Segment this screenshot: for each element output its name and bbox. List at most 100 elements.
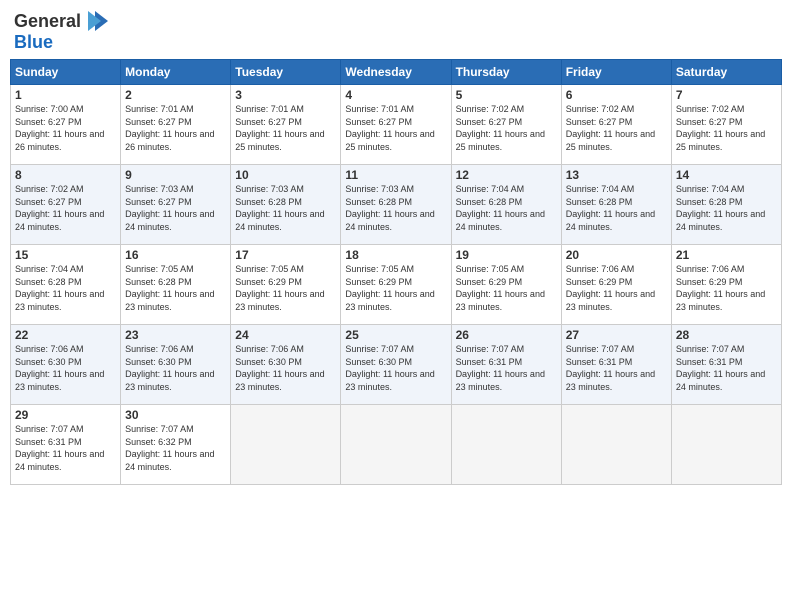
day-info: Sunrise: 7:04 AMSunset: 6:28 PMDaylight:… <box>456 184 545 232</box>
day-number: 19 <box>456 248 557 262</box>
day-number: 22 <box>15 328 116 342</box>
calendar-day-cell: 1 Sunrise: 7:00 AMSunset: 6:27 PMDayligh… <box>11 85 121 165</box>
calendar-week-row: 29 Sunrise: 7:07 AMSunset: 6:31 PMDaylig… <box>11 405 782 485</box>
calendar-day-cell: 25 Sunrise: 7:07 AMSunset: 6:30 PMDaylig… <box>341 325 451 405</box>
day-info: Sunrise: 7:01 AMSunset: 6:27 PMDaylight:… <box>345 104 434 152</box>
calendar-day-cell: 17 Sunrise: 7:05 AMSunset: 6:29 PMDaylig… <box>231 245 341 325</box>
calendar-day-cell: 16 Sunrise: 7:05 AMSunset: 6:28 PMDaylig… <box>121 245 231 325</box>
day-number: 20 <box>566 248 667 262</box>
day-number: 6 <box>566 88 667 102</box>
day-info: Sunrise: 7:06 AMSunset: 6:29 PMDaylight:… <box>676 264 765 312</box>
day-number: 16 <box>125 248 226 262</box>
calendar-day-cell: 23 Sunrise: 7:06 AMSunset: 6:30 PMDaylig… <box>121 325 231 405</box>
calendar-day-cell <box>341 405 451 485</box>
calendar-day-cell <box>561 405 671 485</box>
calendar-day-cell: 5 Sunrise: 7:02 AMSunset: 6:27 PMDayligh… <box>451 85 561 165</box>
calendar-day-cell: 19 Sunrise: 7:05 AMSunset: 6:29 PMDaylig… <box>451 245 561 325</box>
logo-blue: Blue <box>14 32 53 53</box>
calendar-day-cell: 24 Sunrise: 7:06 AMSunset: 6:30 PMDaylig… <box>231 325 341 405</box>
day-info: Sunrise: 7:04 AMSunset: 6:28 PMDaylight:… <box>566 184 655 232</box>
calendar-week-row: 8 Sunrise: 7:02 AMSunset: 6:27 PMDayligh… <box>11 165 782 245</box>
weekday-header: Thursday <box>451 60 561 85</box>
day-number: 27 <box>566 328 667 342</box>
day-info: Sunrise: 7:07 AMSunset: 6:31 PMDaylight:… <box>456 344 545 392</box>
day-info: Sunrise: 7:07 AMSunset: 6:30 PMDaylight:… <box>345 344 434 392</box>
logo: General Blue <box>14 10 109 53</box>
calendar-week-row: 22 Sunrise: 7:06 AMSunset: 6:30 PMDaylig… <box>11 325 782 405</box>
weekday-header: Friday <box>561 60 671 85</box>
calendar-day-cell: 18 Sunrise: 7:05 AMSunset: 6:29 PMDaylig… <box>341 245 451 325</box>
calendar-day-cell: 11 Sunrise: 7:03 AMSunset: 6:28 PMDaylig… <box>341 165 451 245</box>
calendar-day-cell: 20 Sunrise: 7:06 AMSunset: 6:29 PMDaylig… <box>561 245 671 325</box>
calendar-day-cell <box>451 405 561 485</box>
day-info: Sunrise: 7:02 AMSunset: 6:27 PMDaylight:… <box>676 104 765 152</box>
day-info: Sunrise: 7:06 AMSunset: 6:30 PMDaylight:… <box>235 344 324 392</box>
day-info: Sunrise: 7:06 AMSunset: 6:30 PMDaylight:… <box>15 344 104 392</box>
day-info: Sunrise: 7:03 AMSunset: 6:28 PMDaylight:… <box>345 184 434 232</box>
calendar-header-row: SundayMondayTuesdayWednesdayThursdayFrid… <box>11 60 782 85</box>
calendar-day-cell: 6 Sunrise: 7:02 AMSunset: 6:27 PMDayligh… <box>561 85 671 165</box>
day-number: 5 <box>456 88 557 102</box>
logo-icon <box>81 10 109 32</box>
calendar-day-cell <box>671 405 781 485</box>
day-info: Sunrise: 7:04 AMSunset: 6:28 PMDaylight:… <box>676 184 765 232</box>
calendar-day-cell: 9 Sunrise: 7:03 AMSunset: 6:27 PMDayligh… <box>121 165 231 245</box>
day-number: 29 <box>15 408 116 422</box>
day-info: Sunrise: 7:02 AMSunset: 6:27 PMDaylight:… <box>456 104 545 152</box>
day-number: 17 <box>235 248 336 262</box>
calendar-day-cell: 22 Sunrise: 7:06 AMSunset: 6:30 PMDaylig… <box>11 325 121 405</box>
day-number: 21 <box>676 248 777 262</box>
calendar-week-row: 1 Sunrise: 7:00 AMSunset: 6:27 PMDayligh… <box>11 85 782 165</box>
calendar-day-cell <box>231 405 341 485</box>
weekday-header: Saturday <box>671 60 781 85</box>
day-number: 1 <box>15 88 116 102</box>
day-info: Sunrise: 7:00 AMSunset: 6:27 PMDaylight:… <box>15 104 104 152</box>
day-info: Sunrise: 7:07 AMSunset: 6:31 PMDaylight:… <box>676 344 765 392</box>
day-number: 26 <box>456 328 557 342</box>
page-header: General Blue <box>10 10 782 53</box>
day-number: 2 <box>125 88 226 102</box>
day-info: Sunrise: 7:01 AMSunset: 6:27 PMDaylight:… <box>125 104 214 152</box>
calendar-day-cell: 12 Sunrise: 7:04 AMSunset: 6:28 PMDaylig… <box>451 165 561 245</box>
day-number: 7 <box>676 88 777 102</box>
day-number: 13 <box>566 168 667 182</box>
weekday-header: Wednesday <box>341 60 451 85</box>
day-info: Sunrise: 7:05 AMSunset: 6:29 PMDaylight:… <box>345 264 434 312</box>
calendar-day-cell: 14 Sunrise: 7:04 AMSunset: 6:28 PMDaylig… <box>671 165 781 245</box>
calendar-table: SundayMondayTuesdayWednesdayThursdayFrid… <box>10 59 782 485</box>
day-number: 10 <box>235 168 336 182</box>
calendar-day-cell: 8 Sunrise: 7:02 AMSunset: 6:27 PMDayligh… <box>11 165 121 245</box>
calendar-day-cell: 15 Sunrise: 7:04 AMSunset: 6:28 PMDaylig… <box>11 245 121 325</box>
day-number: 30 <box>125 408 226 422</box>
day-info: Sunrise: 7:03 AMSunset: 6:28 PMDaylight:… <box>235 184 324 232</box>
calendar-day-cell: 21 Sunrise: 7:06 AMSunset: 6:29 PMDaylig… <box>671 245 781 325</box>
day-number: 18 <box>345 248 446 262</box>
calendar-day-cell: 3 Sunrise: 7:01 AMSunset: 6:27 PMDayligh… <box>231 85 341 165</box>
day-number: 8 <box>15 168 116 182</box>
logo-general: General <box>14 11 81 32</box>
day-number: 28 <box>676 328 777 342</box>
day-info: Sunrise: 7:06 AMSunset: 6:29 PMDaylight:… <box>566 264 655 312</box>
day-info: Sunrise: 7:06 AMSunset: 6:30 PMDaylight:… <box>125 344 214 392</box>
day-info: Sunrise: 7:05 AMSunset: 6:29 PMDaylight:… <box>235 264 324 312</box>
weekday-header: Monday <box>121 60 231 85</box>
day-number: 4 <box>345 88 446 102</box>
calendar-day-cell: 13 Sunrise: 7:04 AMSunset: 6:28 PMDaylig… <box>561 165 671 245</box>
calendar-day-cell: 7 Sunrise: 7:02 AMSunset: 6:27 PMDayligh… <box>671 85 781 165</box>
calendar-week-row: 15 Sunrise: 7:04 AMSunset: 6:28 PMDaylig… <box>11 245 782 325</box>
calendar-day-cell: 2 Sunrise: 7:01 AMSunset: 6:27 PMDayligh… <box>121 85 231 165</box>
calendar-day-cell: 27 Sunrise: 7:07 AMSunset: 6:31 PMDaylig… <box>561 325 671 405</box>
calendar-day-cell: 10 Sunrise: 7:03 AMSunset: 6:28 PMDaylig… <box>231 165 341 245</box>
weekday-header: Tuesday <box>231 60 341 85</box>
day-number: 3 <box>235 88 336 102</box>
day-number: 24 <box>235 328 336 342</box>
calendar-day-cell: 28 Sunrise: 7:07 AMSunset: 6:31 PMDaylig… <box>671 325 781 405</box>
calendar-day-cell: 29 Sunrise: 7:07 AMSunset: 6:31 PMDaylig… <box>11 405 121 485</box>
day-number: 23 <box>125 328 226 342</box>
calendar-day-cell: 4 Sunrise: 7:01 AMSunset: 6:27 PMDayligh… <box>341 85 451 165</box>
day-info: Sunrise: 7:07 AMSunset: 6:31 PMDaylight:… <box>566 344 655 392</box>
day-number: 15 <box>15 248 116 262</box>
day-number: 25 <box>345 328 446 342</box>
day-number: 9 <box>125 168 226 182</box>
weekday-header: Sunday <box>11 60 121 85</box>
